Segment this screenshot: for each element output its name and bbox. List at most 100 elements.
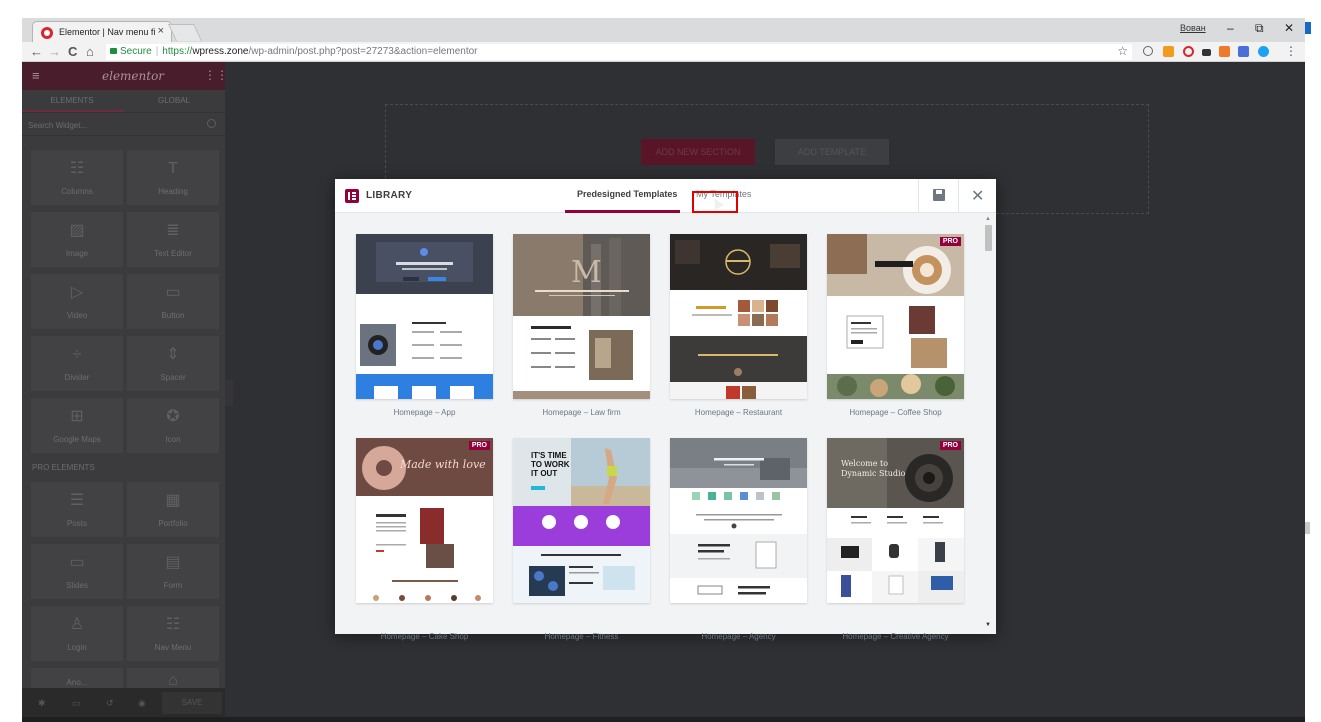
template-card-cake-shop[interactable]: Made with love PRO bbox=[356, 438, 493, 603]
template-title: Homepage – Cake Shop bbox=[380, 632, 469, 641]
panel-tabs: ELEMENTS GLOBAL bbox=[22, 90, 225, 112]
address-bar[interactable]: Secure | https://wpress.zone/wp-admin/post… bbox=[106, 44, 1132, 60]
history-icon[interactable]: ↺ bbox=[106, 698, 114, 709]
widget-label: Divider bbox=[64, 373, 90, 382]
window-edge-handle bbox=[1305, 522, 1310, 534]
tab-close-icon[interactable]: × bbox=[158, 25, 164, 37]
nav-menu-icon: ☷ bbox=[165, 616, 181, 633]
template-card-agency[interactable] bbox=[670, 438, 807, 603]
star-icon: ✪ bbox=[166, 408, 180, 425]
template-card-restaurant[interactable] bbox=[670, 234, 807, 399]
close-window-icon[interactable]: ✕ bbox=[1284, 21, 1294, 35]
anchor-icon: ⌂ bbox=[168, 672, 178, 688]
library-scrollbar[interactable] bbox=[983, 217, 992, 631]
chat-icon[interactable] bbox=[1258, 46, 1269, 57]
scroll-up-icon[interactable]: ▲ bbox=[985, 216, 991, 222]
rss-icon[interactable] bbox=[1163, 46, 1174, 57]
save-template-icon[interactable] bbox=[933, 189, 945, 201]
widget-heading[interactable]: T Heading bbox=[127, 150, 219, 205]
widget-slides[interactable]: ▭ Slides bbox=[31, 544, 123, 599]
widget-portfolio[interactable]: ▦ Portfolio bbox=[127, 482, 219, 537]
panel-collapse-toggle[interactable] bbox=[225, 380, 233, 406]
elementor-favicon-icon bbox=[41, 27, 53, 39]
browser-menu-icon[interactable]: ⋮ bbox=[1285, 44, 1297, 58]
widget-label: Nav Menu bbox=[154, 643, 192, 652]
template-card-coffee-shop[interactable]: PRO bbox=[827, 234, 964, 399]
close-icon[interactable]: ✕ bbox=[971, 186, 984, 206]
template-card-creative-agency[interactable]: Welcome to Dynamic Studio PRO bbox=[827, 438, 964, 603]
responsive-icon[interactable]: ▭ bbox=[72, 698, 81, 709]
template-card-app[interactable] bbox=[356, 234, 493, 399]
widget-image[interactable]: ▨ Image bbox=[31, 212, 123, 267]
template-title: Homepage – Law firm bbox=[542, 408, 621, 417]
widget-label: Portfolio bbox=[158, 519, 188, 528]
scroll-down-icon[interactable]: ▼ bbox=[985, 622, 991, 628]
add-template-button[interactable]: ADD TEMPLATE bbox=[775, 139, 889, 165]
hamburger-icon[interactable]: ≡ bbox=[32, 68, 40, 83]
save-button[interactable]: SAVE bbox=[162, 692, 222, 714]
button-icon: ▭ bbox=[165, 284, 181, 301]
login-icon: ♙ bbox=[69, 616, 85, 633]
search-input[interactable] bbox=[28, 118, 198, 132]
template-card-law-firm[interactable]: M bbox=[513, 234, 650, 399]
widget-label: Icon bbox=[165, 435, 181, 444]
template-card-fitness[interactable]: IT'S TIME TO WORK IT OUT bbox=[513, 438, 650, 603]
widget-posts[interactable]: ☰ Posts bbox=[31, 482, 123, 537]
elementor-logo-icon bbox=[345, 189, 359, 203]
template-thumbnail: Made with love bbox=[356, 438, 493, 603]
settings-icon[interactable]: ✱ bbox=[38, 698, 46, 709]
tab-elements[interactable]: ELEMENTS bbox=[22, 96, 122, 105]
template-title: Homepage – App bbox=[393, 408, 456, 417]
bookmark-star-icon[interactable]: ☆ bbox=[1117, 44, 1128, 58]
scrollbar-thumb[interactable] bbox=[985, 225, 992, 251]
back-icon[interactable]: ← bbox=[30, 44, 43, 59]
widget-nav-menu[interactable]: ☷ Nav Menu bbox=[127, 606, 219, 661]
widget-columns[interactable]: ☷ Columns bbox=[31, 150, 123, 205]
ext-icon[interactable] bbox=[1202, 49, 1211, 56]
template-title: Homepage – Restaurant bbox=[694, 408, 783, 417]
widget-video[interactable]: ▷ Video bbox=[31, 274, 123, 329]
widget-label: Login bbox=[67, 643, 87, 652]
opera-icon[interactable] bbox=[1183, 46, 1194, 57]
widget-login[interactable]: ♙ Login bbox=[31, 606, 123, 661]
translate-icon[interactable] bbox=[1238, 46, 1249, 57]
restore-icon[interactable]: ⧉ bbox=[1255, 21, 1264, 36]
minimize-icon[interactable]: – bbox=[1227, 21, 1234, 35]
url-scheme: https:// bbox=[162, 46, 193, 57]
reload-icon[interactable]: C bbox=[68, 44, 77, 59]
add-new-section-button[interactable]: ADD NEW SECTION bbox=[641, 139, 755, 165]
svg-text:IT OUT: IT OUT bbox=[531, 469, 557, 478]
widget-divider[interactable]: ÷ Divider bbox=[31, 336, 123, 391]
template-thumbnail: Welcome to Dynamic Studio bbox=[827, 438, 964, 603]
text-editor-icon: ≣ bbox=[166, 222, 180, 239]
widget-label: Button bbox=[161, 311, 185, 320]
browser-tab[interactable]: Elementor | Nav menu fi × bbox=[32, 21, 172, 42]
tab-predesigned-templates[interactable]: Predesigned Templates bbox=[577, 189, 677, 199]
widget-text-editor[interactable]: ≣ Text Editor bbox=[127, 212, 219, 267]
widget-icon[interactable]: ✪ Icon bbox=[127, 398, 219, 453]
recycle-icon[interactable] bbox=[1143, 46, 1153, 56]
widget-more[interactable]: ⌂ bbox=[127, 668, 219, 688]
preview-icon[interactable]: ◉ bbox=[138, 698, 146, 709]
secure-label: Secure bbox=[120, 46, 152, 57]
widget-spacer[interactable]: ⇕ Spacer bbox=[127, 336, 219, 391]
ext-icon[interactable] bbox=[1219, 46, 1230, 57]
elementor-logo: elementor bbox=[102, 69, 165, 83]
tab-global[interactable]: GLOBAL bbox=[124, 96, 224, 105]
home-icon[interactable]: ⌂ bbox=[86, 44, 94, 59]
new-tab-button[interactable] bbox=[168, 24, 202, 41]
template-title: Homepage – Agency bbox=[701, 632, 776, 641]
window-edge-accent bbox=[1305, 22, 1311, 34]
template-thumbnail: M bbox=[513, 234, 650, 399]
svg-text:M: M bbox=[571, 255, 602, 290]
template-thumbnail bbox=[827, 234, 964, 399]
search-icon bbox=[207, 119, 216, 128]
spacer-icon: ⇕ bbox=[166, 346, 180, 363]
widget-button[interactable]: ▭ Button bbox=[127, 274, 219, 329]
forward-icon[interactable]: → bbox=[48, 44, 61, 59]
svg-text:TO WORK: TO WORK bbox=[531, 460, 570, 469]
widget-anchor[interactable]: Ano... bbox=[31, 668, 123, 688]
widget-form[interactable]: ▤ Form bbox=[127, 544, 219, 599]
widget-google-maps[interactable]: ⊞ Google Maps bbox=[31, 398, 123, 453]
profile-name[interactable]: Вован bbox=[1180, 23, 1206, 33]
